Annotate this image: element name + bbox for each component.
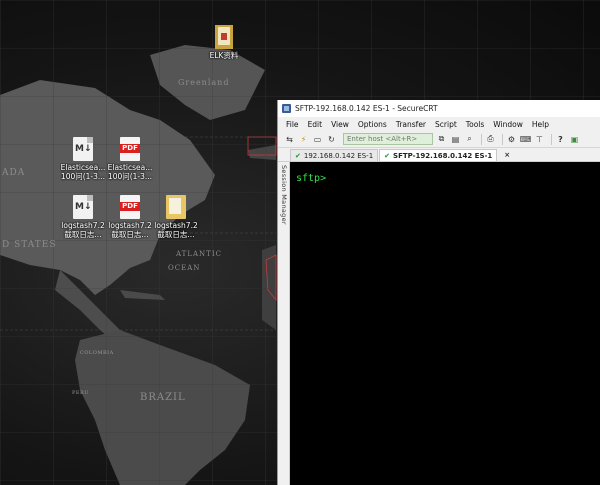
map-label-atlantic: ATLANTIC (176, 250, 222, 258)
menu-view[interactable]: View (331, 120, 349, 129)
find-icon[interactable]: ⌕ (464, 134, 475, 145)
desktop-icon-caption: Elasticsea... 100问(1-3... (60, 163, 106, 181)
markdown-file-icon: M↓ (73, 137, 93, 161)
securecrt-window: SFTP-192.168.0.142 ES-1 - SecureCRT File… (277, 100, 600, 485)
toolbar-separator (502, 133, 503, 145)
desktop-icon-caption: logstash7.2 截取日志... (108, 221, 152, 239)
connect-in-tab-icon[interactable]: ▭ (312, 134, 323, 145)
map-label-peru: PERU (72, 390, 89, 396)
print-icon[interactable]: ⎙ (485, 134, 496, 145)
map-label-ocean: OCEAN (168, 264, 201, 272)
desktop-icon-md-1[interactable]: M↓ Elasticsea... 100问(1-3... (60, 137, 106, 181)
desktop-icon-pdf-1[interactable]: PDF Elasticsea... 100问(1-3... (107, 137, 153, 181)
tab-es-1[interactable]: ✔ 192.168.0.142 ES-1 (290, 149, 379, 161)
menu-edit[interactable]: Edit (308, 120, 323, 129)
help-icon[interactable]: ? (555, 134, 566, 145)
terminal-prompt: sftp> (296, 173, 327, 184)
menu-script[interactable]: Script (435, 120, 457, 129)
map-label-colombia: COLOMBIA (80, 350, 114, 356)
sftp-icon[interactable]: ⊤ (534, 134, 545, 145)
menu-window[interactable]: Window (493, 120, 523, 129)
close-icon: × (504, 151, 511, 159)
window-titlebar[interactable]: SFTP-192.168.0.142 ES-1 - SecureCRT (278, 100, 600, 117)
image-icon[interactable]: ▣ (569, 134, 580, 145)
desktop-icon-caption: logstash7.2 截取日志... (61, 221, 105, 239)
markdown-file-icon: M↓ (73, 195, 93, 219)
check-icon: ✔ (295, 151, 301, 160)
paste-icon[interactable]: ▤ (450, 134, 461, 145)
copy-icon[interactable]: ⧉ (436, 134, 447, 145)
menu-tools[interactable]: Tools (466, 120, 484, 129)
securecrt-app-icon (282, 104, 291, 113)
close-tab-button[interactable]: × (498, 149, 512, 161)
tab-sftp-es-1[interactable]: ✔ SFTP-192.168.0.142 ES-1 (379, 149, 498, 161)
menu-options[interactable]: Options (358, 120, 387, 129)
desktop-icon-pdf-2[interactable]: PDF logstash7.2 截取日志... (107, 195, 153, 239)
session-manager-rail[interactable]: Session Manager (278, 162, 290, 485)
quick-connect-icon[interactable]: ⚡ (298, 134, 309, 145)
document-file-icon (166, 195, 186, 219)
desktop-icon-elk[interactable]: ELK资料 (201, 25, 247, 60)
keymap-icon[interactable]: ⌨ (520, 134, 532, 145)
desktop-icon-caption: ELK资料 (209, 51, 239, 60)
map-label-canada: ADA (2, 168, 26, 178)
map-label-brazil: BRAZIL (140, 392, 186, 403)
pdf-file-icon: PDF (120, 195, 140, 219)
pdf-file-icon: PDF (120, 137, 140, 161)
connect-icon[interactable]: ⇆ (284, 134, 295, 145)
desktop-icon-md-2[interactable]: M↓ logstash7.2 截取日志... (60, 195, 106, 239)
tab-label: SFTP-192.168.0.142 ES-1 (393, 151, 493, 160)
toolbar-separator (481, 133, 482, 145)
desktop-icon-caption: logstash7.2 截取日志... (154, 221, 198, 239)
zip-archive-icon (215, 25, 233, 49)
menu-file[interactable]: File (286, 120, 299, 129)
tab-label: 192.168.0.142 ES-1 (303, 151, 374, 160)
session-tabs: ✔ 192.168.0.142 ES-1 ✔ SFTP-192.168.0.14… (278, 148, 600, 162)
map-label-greenland: Greenland (178, 78, 230, 87)
toolbar: ⇆ ⚡ ▭ ↻ ⧉ ▤ ⌕ ⎙ ⚙ ⌨ ⊤ ? ▣ (278, 131, 600, 148)
menu-help[interactable]: Help (532, 120, 549, 129)
settings-icon[interactable]: ⚙ (506, 134, 517, 145)
map-label-united-states: D STATES (2, 240, 57, 250)
enter-host-input[interactable] (343, 133, 433, 145)
desktop-icon-caption: Elasticsea... 100问(1-3... (107, 163, 153, 181)
menu-transfer[interactable]: Transfer (396, 120, 426, 129)
desktop-icon-folder-3[interactable]: logstash7.2 截取日志... (153, 195, 199, 239)
menu-bar: File Edit View Options Transfer Script T… (278, 117, 600, 131)
terminal-area[interactable]: sftp> (290, 162, 600, 485)
reconnect-icon[interactable]: ↻ (326, 134, 337, 145)
session-manager-label: Session Manager (280, 165, 288, 225)
check-icon: ✔ (384, 151, 391, 160)
window-title: SFTP-192.168.0.142 ES-1 - SecureCRT (295, 104, 438, 113)
toolbar-separator (551, 133, 552, 145)
